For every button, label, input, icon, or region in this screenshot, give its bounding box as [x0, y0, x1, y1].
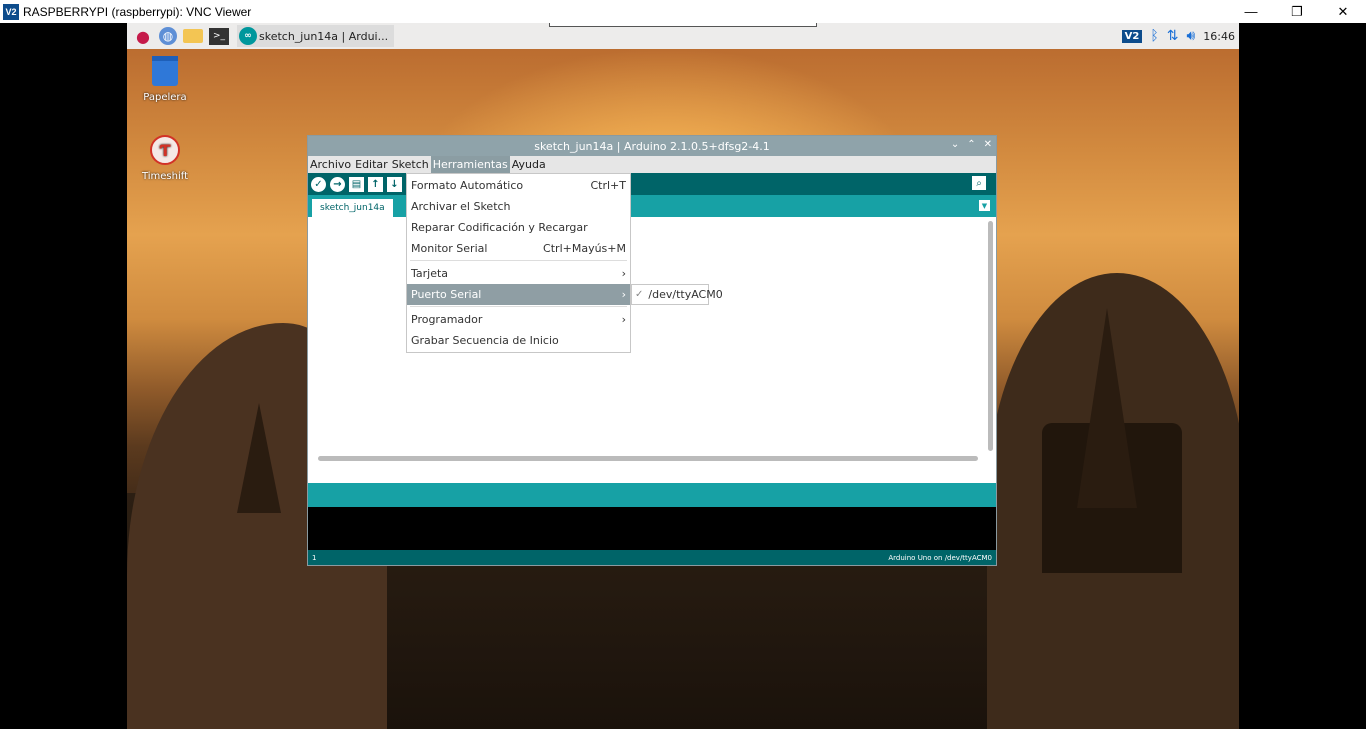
restore-button[interactable]: ❐ [1274, 0, 1320, 23]
volume-icon[interactable]: 🔊︎ [1186, 28, 1195, 44]
menu-item-reparar-codificacion[interactable]: Reparar Codificación y Recargar [407, 217, 630, 238]
taskbar-arduino-label: sketch_jun14a | Ardui... [259, 29, 389, 43]
menu-separator [410, 306, 627, 307]
status-board-port: Arduino Uno on /dev/ttyACM0 [888, 553, 992, 562]
menu-item-label: Archivar el Sketch [411, 200, 511, 213]
menu-sketch[interactable]: Sketch [390, 156, 431, 173]
chevron-right-icon: › [621, 288, 626, 301]
menu-editar[interactable]: Editar [353, 156, 390, 173]
menu-item-puerto-serial[interactable]: Puerto Serial › [407, 284, 630, 305]
timeshift-icon: Ƭ [150, 135, 180, 165]
new-sketch-button[interactable]: ▤ [349, 176, 364, 192]
menu-item-tarjeta[interactable]: Tarjeta › [407, 263, 630, 284]
close-button[interactable]: ✕ [1320, 0, 1366, 23]
status-line-number: 1 [312, 553, 317, 562]
desktop-icon-label: Timeshift [141, 171, 189, 182]
check-icon: ✓ [635, 289, 644, 300]
taskbar-arduino-button[interactable]: ∞ sketch_jun14a | Ardui... [237, 25, 395, 47]
menu-item-label: Monitor Serial [411, 242, 488, 255]
tab-menu-button[interactable]: ▼ [979, 200, 990, 211]
terminal-icon[interactable]: >_ [209, 27, 229, 45]
ide-title-bar[interactable]: sketch_jun14a | Arduino 2.1.0.5+dfsg2-4.… [308, 136, 996, 156]
desktop-icon-trash[interactable]: Papelera [127, 56, 205, 103]
minimize-button[interactable]: — [1228, 0, 1274, 23]
console-output[interactable] [308, 507, 996, 550]
chevron-right-icon: › [621, 313, 626, 326]
menu-item-programador[interactable]: Programador › [407, 309, 630, 330]
chevron-right-icon: › [621, 267, 626, 280]
panel-blank-field [549, 23, 817, 27]
vnc-logo-icon: V2 [3, 3, 19, 20]
menu-item-shortcut: Ctrl+T [590, 179, 626, 192]
wallpaper-temple-right [1077, 308, 1137, 508]
ide-menu-bar: Archivo Editar Sketch Herramientas Ayuda [308, 156, 996, 173]
menu-herramientas[interactable]: Herramientas [430, 156, 510, 173]
desktop-icon-label: Papelera [143, 92, 187, 103]
menu-item-archivar-sketch[interactable]: Archivar el Sketch [407, 196, 630, 217]
raspberry-menu-icon[interactable]: ● [133, 26, 153, 46]
vnc-title-bar: V2 RASPBERRYPI (raspberrypi): VNC Viewer… [0, 0, 1366, 23]
ide-minimize-button[interactable]: ⌄ [951, 139, 959, 150]
menu-item-formato-automatico[interactable]: Formato Automático Ctrl+T [407, 175, 630, 196]
network-icon[interactable]: ⇅ [1167, 28, 1179, 44]
menu-archivo[interactable]: Archivo [308, 156, 353, 173]
menu-item-label: Grabar Secuencia de Inicio [411, 334, 559, 347]
serial-monitor-button[interactable]: ⌕ [972, 176, 986, 190]
menu-item-label: Formato Automático [411, 179, 524, 192]
menu-item-label: Tarjeta [411, 267, 449, 280]
tab-sketch[interactable]: sketch_jun14a [312, 199, 393, 217]
upload-button[interactable]: → [330, 176, 345, 192]
ide-window-title: sketch_jun14a | Arduino 2.1.0.5+dfsg2-4.… [534, 139, 770, 153]
browser-icon[interactable]: ◍ [159, 27, 177, 45]
menu-item-label: Puerto Serial [411, 288, 482, 301]
desktop-panel: ● ◍ >_ ∞ sketch_jun14a | Ardui... V2 ᛒ ⇅… [127, 23, 1239, 49]
menu-item-grabar-secuencia[interactable]: Grabar Secuencia de Inicio [407, 330, 630, 351]
vnc-tray-icon[interactable]: V2 [1121, 29, 1143, 43]
editor-vertical-scrollbar[interactable] [988, 221, 993, 451]
menu-item-shortcut: Ctrl+Mayús+M [543, 242, 626, 255]
desktop-icon-timeshift[interactable]: Ƭ Timeshift [127, 135, 205, 182]
console-header [308, 483, 996, 507]
window-title: RASPBERRYPI (raspberrypi): VNC Viewer [23, 4, 252, 19]
system-tray: V2 ᛒ ⇅ 🔊︎ 16:46 [1121, 23, 1235, 49]
save-sketch-button[interactable]: ↓ [387, 176, 402, 192]
remote-desktop[interactable]: ● ◍ >_ ∞ sketch_jun14a | Ardui... V2 ᛒ ⇅… [127, 23, 1239, 729]
ide-close-button[interactable]: ✕ [984, 139, 992, 150]
menu-item-monitor-serial[interactable]: Monitor Serial Ctrl+Mayús+M [407, 238, 630, 259]
ide-status-bar: 1 Arduino Uno on /dev/ttyACM0 [308, 550, 996, 565]
editor-horizontal-scrollbar[interactable] [318, 456, 978, 461]
verify-button[interactable]: ✓ [311, 176, 326, 192]
menu-separator [410, 260, 627, 261]
trash-icon [152, 56, 178, 86]
wallpaper-temple-left [237, 403, 281, 513]
port-submenu-item-ttyacm0[interactable]: ✓ /dev/ttyACM0 [631, 284, 723, 305]
menu-item-label: Programador [411, 313, 483, 326]
open-sketch-button[interactable]: ↑ [368, 176, 383, 192]
arduino-icon: ∞ [239, 27, 257, 45]
file-manager-icon[interactable] [183, 29, 203, 43]
menu-item-label: Reparar Codificación y Recargar [411, 221, 588, 234]
bluetooth-icon[interactable]: ᛒ [1150, 28, 1158, 44]
tools-dropdown-menu: Formato Automático Ctrl+T Archivar el Sk… [406, 173, 631, 353]
menu-ayuda[interactable]: Ayuda [510, 156, 548, 173]
ide-maximize-button[interactable]: ⌃ [967, 139, 975, 150]
port-label: /dev/ttyACM0 [648, 288, 723, 301]
clock[interactable]: 16:46 [1203, 30, 1235, 43]
